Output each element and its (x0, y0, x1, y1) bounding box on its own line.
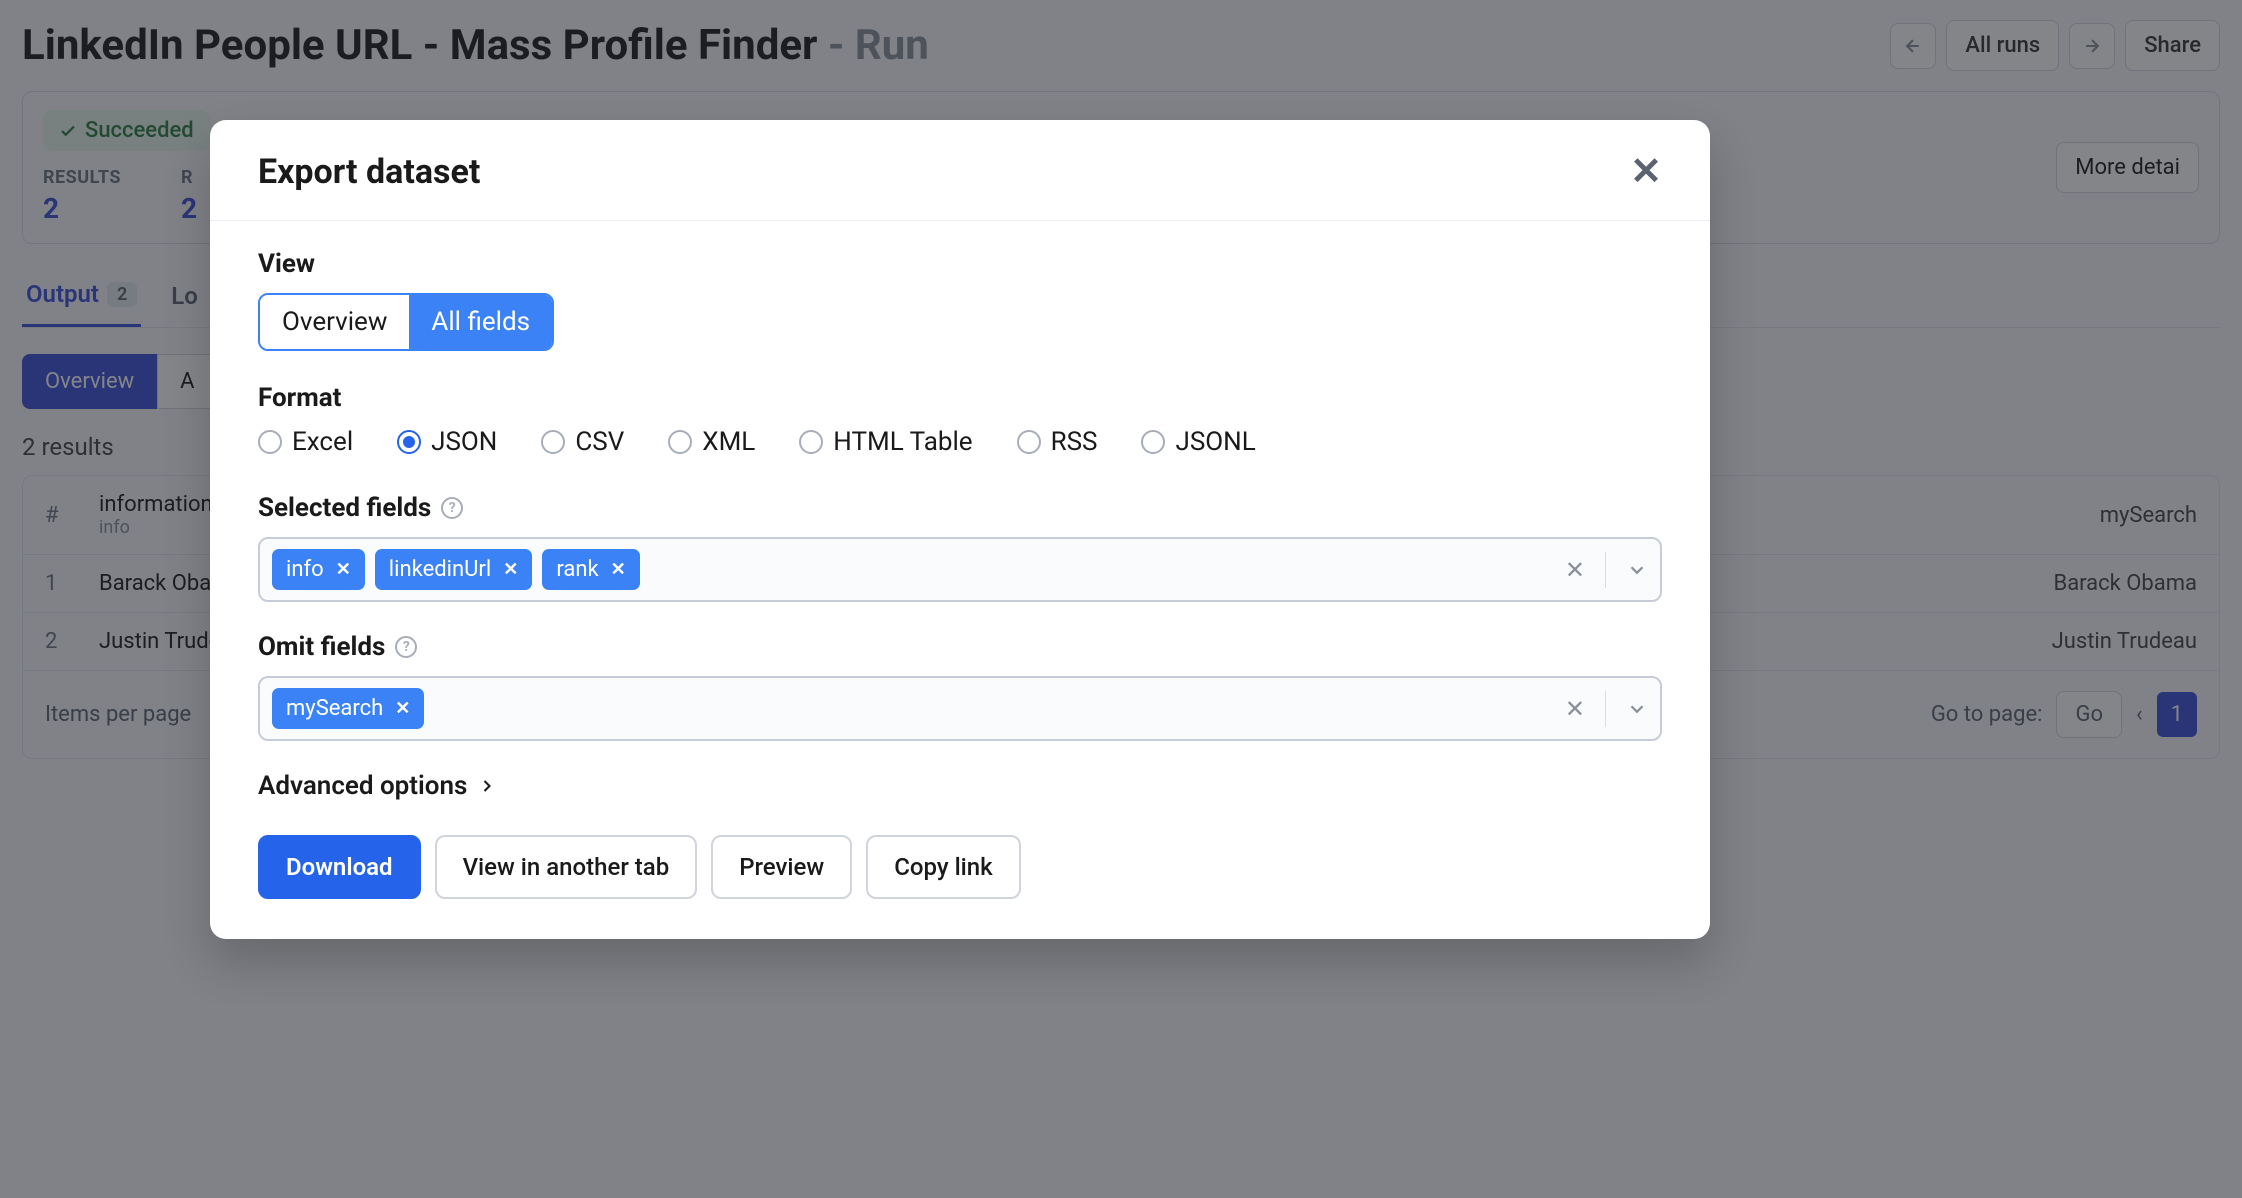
format-csv-label: CSV (575, 427, 624, 457)
tag-remove-icon[interactable]: ✕ (611, 559, 626, 580)
omit-fields-input[interactable]: mySearch ✕ ✕ (258, 676, 1662, 741)
download-button[interactable]: Download (258, 835, 421, 899)
format-radio-group: Excel JSON CSV XML HTML Table RSS (258, 427, 1662, 457)
divider (1605, 552, 1606, 588)
format-jsonl[interactable]: JSONL (1141, 427, 1255, 457)
clear-all-icon[interactable]: ✕ (1565, 556, 1585, 584)
clear-all-icon[interactable]: ✕ (1565, 695, 1585, 723)
radio-icon (541, 430, 565, 454)
format-xml-label: XML (702, 427, 755, 457)
advanced-options-label: Advanced options (258, 771, 467, 801)
multiselect-controls: ✕ (1565, 691, 1648, 727)
format-rss[interactable]: RSS (1017, 427, 1098, 457)
radio-icon (258, 430, 282, 454)
multiselect-controls: ✕ (1565, 552, 1648, 588)
view-all-fields-option[interactable]: All fields (409, 295, 552, 349)
radio-icon (397, 430, 421, 454)
tag-label: info (286, 557, 324, 582)
selected-fields-label: Selected fields ? (258, 493, 1662, 523)
tag-label: linkedinUrl (389, 557, 491, 582)
tag-remove-icon[interactable]: ✕ (395, 698, 410, 719)
tag-remove-icon[interactable]: ✕ (336, 559, 351, 580)
radio-icon (799, 430, 823, 454)
format-json[interactable]: JSON (397, 427, 497, 457)
copy-link-button[interactable]: Copy link (866, 835, 1020, 899)
format-xml[interactable]: XML (668, 427, 755, 457)
tag-linkedinurl: linkedinUrl ✕ (375, 549, 533, 590)
modal-actions: Download View in another tab Preview Cop… (258, 835, 1662, 899)
view-tab-button[interactable]: View in another tab (435, 835, 698, 899)
format-html-table-label: HTML Table (833, 427, 972, 457)
view-toggle: Overview All fields (258, 293, 554, 351)
tag-label: rank (556, 557, 598, 582)
format-jsonl-label: JSONL (1175, 427, 1255, 457)
radio-icon (1141, 430, 1165, 454)
format-excel[interactable]: Excel (258, 427, 353, 457)
close-icon[interactable]: ✕ (1630, 153, 1662, 191)
help-icon[interactable]: ? (395, 636, 417, 658)
help-icon[interactable]: ? (441, 497, 463, 519)
tag-info: info ✕ (272, 549, 365, 590)
tag-remove-icon[interactable]: ✕ (503, 559, 518, 580)
format-rss-label: RSS (1051, 427, 1098, 457)
format-csv[interactable]: CSV (541, 427, 624, 457)
selected-fields-input[interactable]: info ✕ linkedinUrl ✕ rank ✕ ✕ (258, 537, 1662, 602)
view-label: View (258, 249, 1662, 279)
radio-icon (1017, 430, 1041, 454)
view-overview-option[interactable]: Overview (260, 295, 409, 349)
radio-icon (668, 430, 692, 454)
format-json-label: JSON (431, 427, 497, 457)
chevron-down-icon[interactable] (1626, 698, 1648, 720)
chevron-right-icon (477, 776, 497, 796)
modal-header: Export dataset ✕ (210, 120, 1710, 221)
format-html-table[interactable]: HTML Table (799, 427, 972, 457)
omit-fields-label-text: Omit fields (258, 632, 385, 662)
modal-body: View Overview All fields Format Excel JS… (210, 221, 1710, 939)
preview-button[interactable]: Preview (711, 835, 852, 899)
format-excel-label: Excel (292, 427, 353, 457)
chevron-down-icon[interactable] (1626, 559, 1648, 581)
tag-rank: rank ✕ (542, 549, 639, 590)
selected-fields-label-text: Selected fields (258, 493, 431, 523)
tag-mysearch: mySearch ✕ (272, 688, 424, 729)
advanced-options-toggle[interactable]: Advanced options (258, 771, 1662, 801)
modal-title: Export dataset (258, 152, 480, 192)
export-dataset-modal: Export dataset ✕ View Overview All field… (210, 120, 1710, 939)
selected-fields-tags: info ✕ linkedinUrl ✕ rank ✕ (272, 549, 640, 590)
omit-fields-tags: mySearch ✕ (272, 688, 424, 729)
omit-fields-label: Omit fields ? (258, 632, 1662, 662)
divider (1605, 691, 1606, 727)
tag-label: mySearch (286, 696, 383, 721)
format-label: Format (258, 383, 1662, 413)
